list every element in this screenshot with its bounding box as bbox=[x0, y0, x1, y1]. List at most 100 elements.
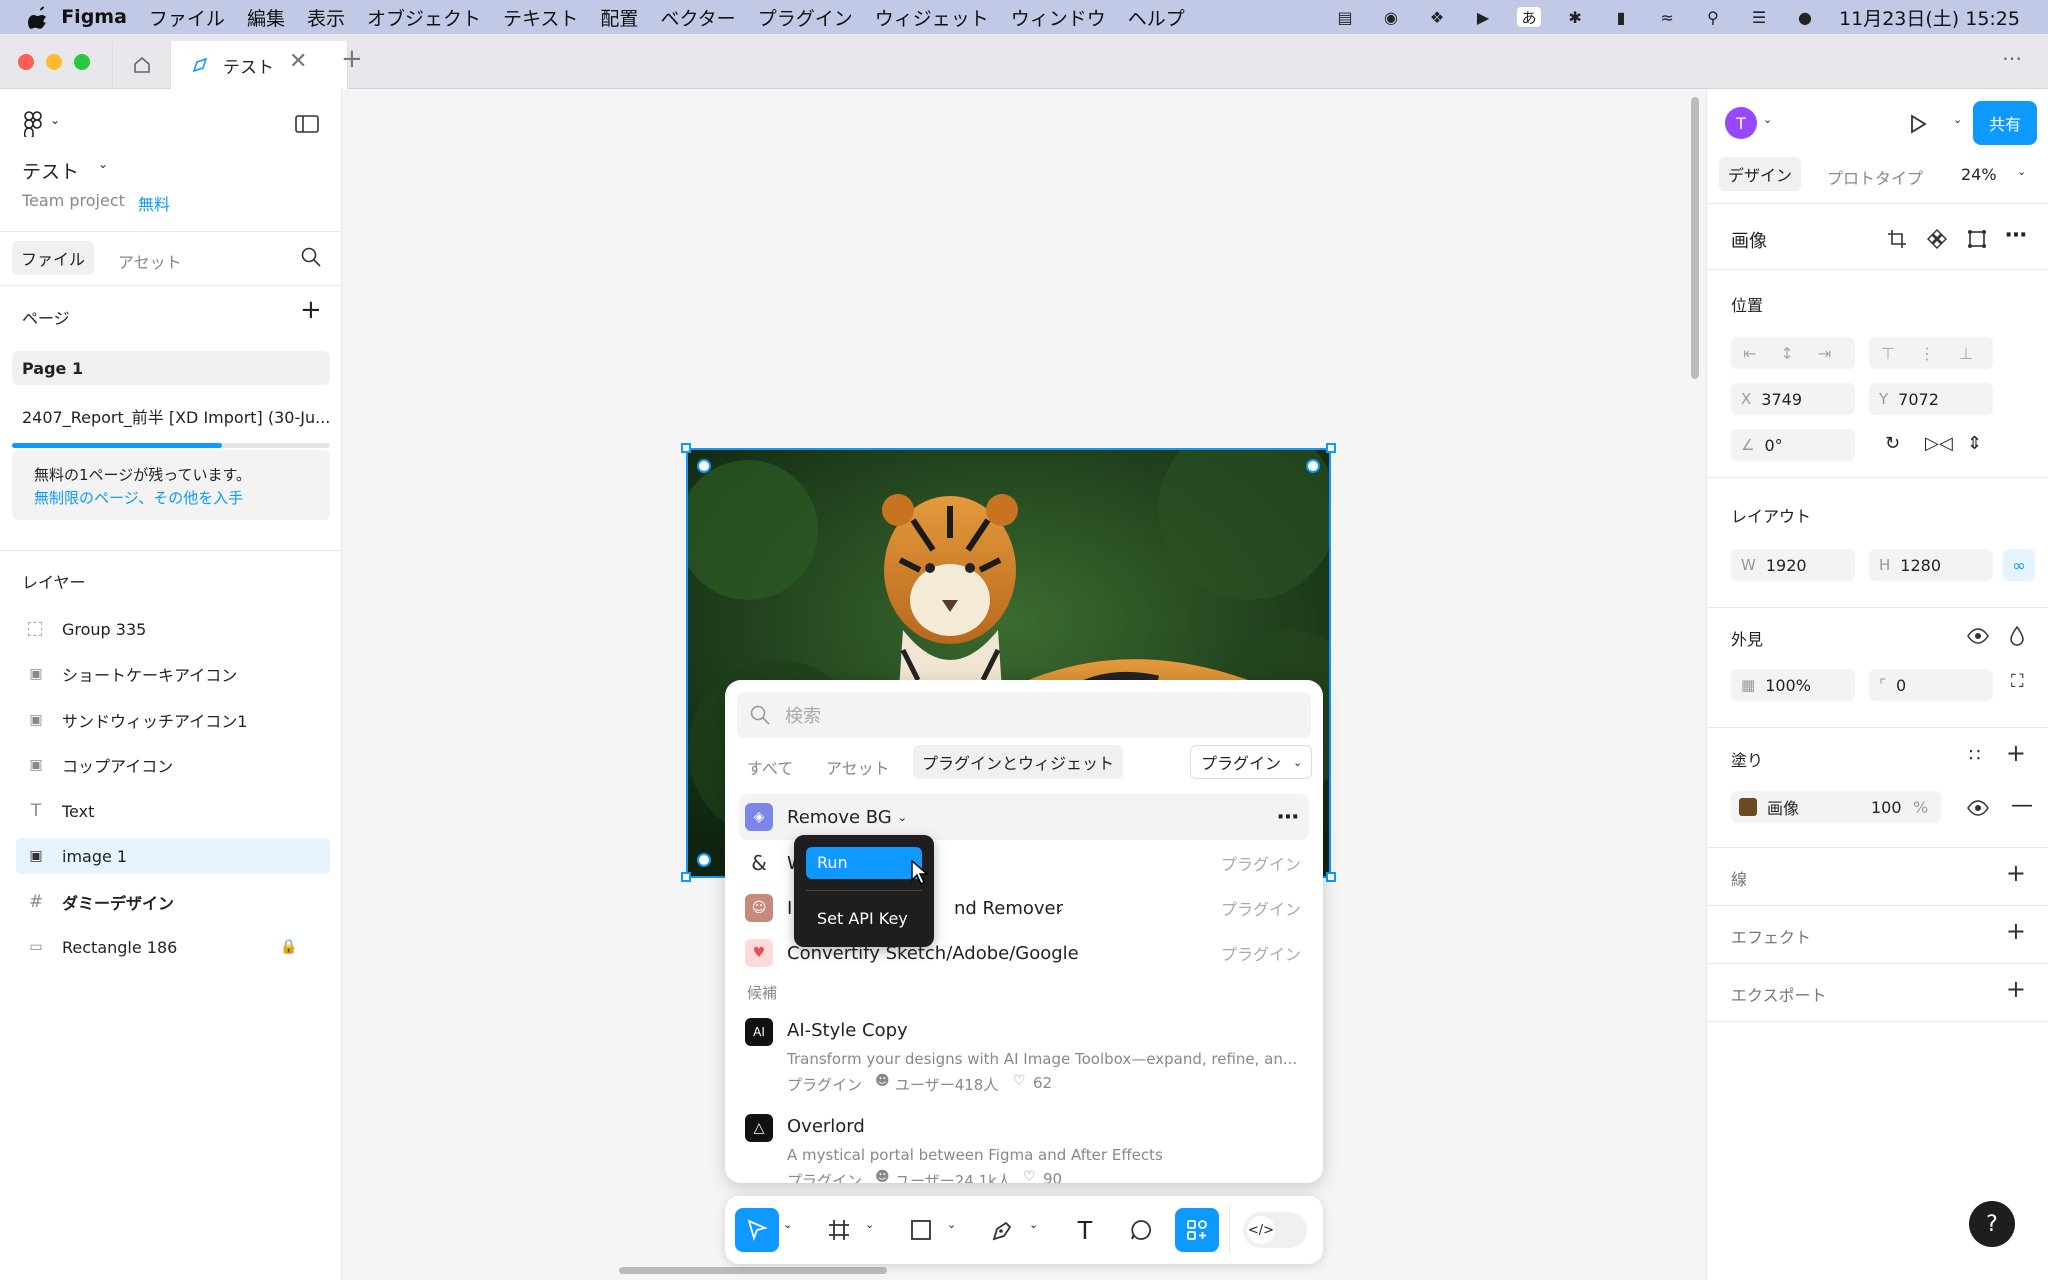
window-zoom-button[interactable] bbox=[74, 54, 90, 70]
tab-files[interactable]: ファイル bbox=[12, 241, 94, 275]
chevron-down-icon[interactable]: ⌄ bbox=[947, 1218, 956, 1231]
chevron-down-icon[interactable]: ⌄ bbox=[898, 811, 907, 824]
flip-horizontal-icon[interactable]: ▷◁ bbox=[1925, 433, 1953, 454]
menu-text[interactable]: テキスト bbox=[503, 4, 578, 31]
actions-search-field[interactable]: 検索 bbox=[737, 692, 1311, 738]
tab-overflow-icon[interactable]: ⋯ bbox=[2002, 46, 2023, 70]
add-fill-icon[interactable]: + bbox=[2006, 739, 2026, 767]
bluetooth-icon[interactable]: ✱ bbox=[1563, 7, 1587, 27]
siri-icon[interactable]: ● bbox=[1793, 7, 1817, 27]
comment-tool-button[interactable] bbox=[1119, 1208, 1163, 1252]
spotlight-icon[interactable]: ⚲ bbox=[1701, 7, 1725, 27]
file-name-chevron-icon[interactable]: ⌄ bbox=[98, 157, 108, 171]
align-group-horizontal[interactable]: ⇤ ↕ ⇥ bbox=[1731, 337, 1855, 369]
text-tool-button[interactable]: T bbox=[1063, 1208, 1107, 1252]
pen-tool-button[interactable] bbox=[981, 1208, 1025, 1252]
more-options-icon[interactable]: ⋯ bbox=[1277, 805, 1299, 830]
align-group-vertical[interactable]: ⊤ ⋮ ⊥ bbox=[1869, 337, 1993, 369]
file-name[interactable]: テスト bbox=[22, 157, 79, 184]
drive-icon[interactable]: ▤ bbox=[1333, 7, 1357, 27]
search-icon[interactable] bbox=[300, 246, 322, 268]
user-avatar[interactable]: T bbox=[1725, 107, 1757, 139]
menu-view[interactable]: 表示 bbox=[307, 4, 345, 31]
opacity-input[interactable]: ▦ 100% bbox=[1731, 669, 1855, 701]
chevron-down-icon[interactable]: ⌄ bbox=[865, 1218, 874, 1231]
corner-radius-handle[interactable] bbox=[697, 459, 711, 473]
shape-tool-button[interactable] bbox=[899, 1208, 943, 1252]
chevron-down-icon[interactable]: ⌄ bbox=[1763, 113, 1772, 126]
layer-group-335[interactable]: Group 335 bbox=[16, 611, 330, 647]
filter-all[interactable]: すべて bbox=[747, 755, 793, 779]
plan-badge[interactable]: 無料 bbox=[138, 191, 170, 215]
help-button[interactable]: ? bbox=[1969, 1201, 2015, 1247]
layer-rectangle-186[interactable]: ▭ Rectangle 186 🔒 bbox=[16, 929, 330, 965]
menu-window[interactable]: ウィンドウ bbox=[1011, 4, 1106, 31]
y-input[interactable]: Y 7072 bbox=[1869, 383, 1993, 415]
corner-radius-handle[interactable] bbox=[1306, 459, 1320, 473]
filter-assets[interactable]: アセット bbox=[826, 755, 890, 779]
share-button[interactable]: 共有 bbox=[1973, 101, 2037, 145]
add-effect-icon[interactable]: + bbox=[2006, 917, 2026, 945]
page-item-2[interactable]: 2407_Report_前半 [XD Import] (30-Ju... bbox=[22, 404, 330, 428]
corner-radius-handle[interactable] bbox=[697, 853, 711, 867]
menu-object[interactable]: オブジェクト bbox=[367, 4, 481, 31]
suggestion-overlord[interactable]: △ Overlord A mystical portal between Fig… bbox=[739, 1108, 1309, 1183]
align-center-icon[interactable]: ↕ bbox=[1780, 344, 1793, 363]
menu-plugins[interactable]: プラグイン bbox=[758, 4, 853, 31]
filter-plugins-widgets[interactable]: プラグインとウィジェット bbox=[913, 745, 1123, 779]
page-item-1[interactable]: Page 1 bbox=[12, 351, 330, 385]
canvas-vertical-scrollbar[interactable] bbox=[1691, 97, 1699, 379]
new-tab-button[interactable]: + bbox=[341, 44, 363, 74]
add-page-icon[interactable]: + bbox=[300, 295, 322, 325]
align-middle-icon[interactable]: ⋮ bbox=[1919, 344, 1935, 363]
zoom-level[interactable]: 24% bbox=[1961, 165, 1997, 184]
play-status-icon[interactable]: ▶ bbox=[1471, 7, 1495, 27]
resize-handle-nw[interactable] bbox=[681, 443, 691, 453]
figma-status-icon[interactable]: ❖ bbox=[1425, 7, 1449, 27]
visibility-eye-icon[interactable] bbox=[1967, 628, 1989, 644]
set-api-key-menu-item[interactable]: Set API Key bbox=[817, 909, 908, 928]
layer-image-1[interactable]: ▣ image 1 bbox=[16, 838, 330, 874]
add-stroke-icon[interactable]: + bbox=[2006, 859, 2026, 887]
ime-indicator[interactable]: あ bbox=[1517, 7, 1542, 27]
menu-edit[interactable]: 編集 bbox=[247, 4, 285, 31]
chevron-down-icon[interactable]: ⌄ bbox=[1029, 1218, 1038, 1231]
actions-button[interactable] bbox=[1175, 1208, 1219, 1252]
type-dropdown[interactable]: プラグイン ⌄ bbox=[1190, 745, 1312, 779]
window-close-button[interactable] bbox=[18, 54, 34, 70]
crop-icon[interactable] bbox=[1887, 229, 1907, 249]
upgrade-link[interactable]: 無制限のページ、その他を入手 bbox=[34, 487, 243, 508]
suggestion-ai-style-copy[interactable]: AI AI-Style Copy Transform your designs … bbox=[739, 1012, 1309, 1098]
frame-tool-button[interactable] bbox=[817, 1208, 861, 1252]
menubar-clock[interactable]: 11月23日(土) 15:25 bbox=[1839, 4, 2020, 31]
component-icon[interactable] bbox=[1927, 229, 1947, 249]
align-bottom-icon[interactable]: ⊥ bbox=[1959, 344, 1973, 363]
menu-arrange[interactable]: 配置 bbox=[600, 4, 638, 31]
app-menu-figma[interactable]: Figma bbox=[61, 6, 127, 28]
independent-corners-icon[interactable]: ⛶ bbox=[2011, 671, 2024, 692]
present-play-icon[interactable] bbox=[1907, 113, 1929, 135]
chevron-down-icon[interactable]: ⌄ bbox=[783, 1218, 792, 1231]
tab-design[interactable]: デザイン bbox=[1719, 157, 1801, 191]
line-icon[interactable]: ◉ bbox=[1379, 7, 1403, 27]
align-top-icon[interactable]: ⊤ bbox=[1881, 344, 1895, 363]
height-input[interactable]: H 1280 bbox=[1869, 549, 1993, 581]
canvas-horizontal-scrollbar[interactable] bbox=[619, 1267, 887, 1274]
layer-sandwich-icon[interactable]: ▣ サンドウィッチアイコン1 bbox=[16, 702, 330, 738]
remove-fill-icon[interactable]: — bbox=[2011, 793, 2033, 818]
add-export-icon[interactable]: + bbox=[2006, 975, 2026, 1003]
x-input[interactable]: X 3749 bbox=[1731, 383, 1855, 415]
chevron-down-icon[interactable]: ⌄ bbox=[2017, 165, 2026, 178]
wifi-icon[interactable]: ≈ bbox=[1655, 7, 1679, 27]
chevron-down-icon[interactable]: ⌄ bbox=[1055, 902, 1064, 915]
width-input[interactable]: W 1920 bbox=[1731, 549, 1855, 581]
layer-shortcake-icon[interactable]: ▣ ショートケーキアイコン bbox=[16, 656, 330, 692]
constrain-proportions-toggle[interactable]: ∞ bbox=[2003, 549, 2035, 581]
resize-handle-sw[interactable] bbox=[681, 872, 691, 882]
menu-vector[interactable]: ベクター bbox=[660, 4, 735, 31]
lock-icon[interactable]: 🔒 bbox=[280, 939, 297, 955]
tab-prototype[interactable]: プロトタイプ bbox=[1827, 165, 1923, 189]
window-minimize-button[interactable] bbox=[46, 54, 62, 70]
menu-widgets[interactable]: ウィジェット bbox=[875, 4, 989, 31]
plugin-row-remove-bg[interactable]: ◈ Remove BG ⌄ ⋯ bbox=[739, 794, 1309, 840]
